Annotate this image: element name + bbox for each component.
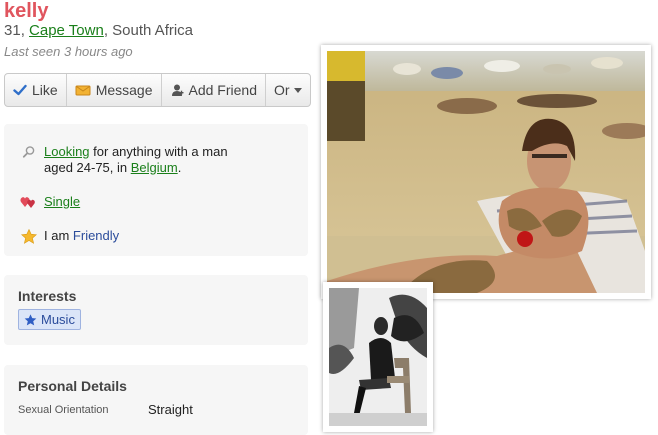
city-link[interactable]: Cape Town <box>29 22 104 39</box>
message-button[interactable]: Message <box>67 74 162 106</box>
or-dropdown-button[interactable]: Or <box>266 74 310 106</box>
personal-details-panel: Personal Details Sexual Orientation Stra… <box>4 365 308 435</box>
interests-panel: Interests Music <box>4 275 308 345</box>
iam-prefix: I am <box>44 228 70 243</box>
personality-row: I am Friendly <box>19 228 119 244</box>
personal-details-title: Personal Details <box>18 378 127 394</box>
status-link[interactable]: Single <box>44 194 80 210</box>
last-seen-text: Last seen 3 hours ago <box>4 44 133 59</box>
action-button-group: Like Message Add Friend Or <box>4 73 311 107</box>
personality-value[interactable]: Friendly <box>73 228 119 244</box>
envelope-icon <box>75 84 91 96</box>
looking-text-2: aged 24-75, in <box>44 160 131 175</box>
add-friend-button[interactable]: Add Friend <box>162 74 266 106</box>
secondary-profile-photo[interactable] <box>323 282 433 432</box>
interests-title: Interests <box>18 288 77 304</box>
star-icon <box>24 313 37 326</box>
profile-name: kelly <box>4 0 49 22</box>
main-profile-photo[interactable] <box>321 45 651 299</box>
star-icon <box>19 228 39 244</box>
status-row: Single <box>19 194 80 210</box>
or-label: Or <box>273 82 290 98</box>
like-label: Like <box>32 82 58 98</box>
add-friend-label: Add Friend <box>188 82 257 98</box>
hearts-icon <box>19 194 39 209</box>
looking-for-text: Looking for anything with a man aged 24-… <box>44 144 228 176</box>
like-button[interactable]: Like <box>5 74 67 106</box>
profile-age: 31 <box>4 22 21 39</box>
looking-link[interactable]: Looking <box>44 144 90 159</box>
person-plus-icon <box>170 83 184 97</box>
looking-text-1: for anything with a man <box>89 144 228 159</box>
detail-label: Sexual Orientation <box>18 404 109 416</box>
message-label: Message <box>95 82 153 98</box>
check-icon <box>13 83 27 97</box>
age-separator: , <box>20 22 30 39</box>
detail-value: Straight <box>148 402 193 417</box>
caret-down-icon <box>293 87 302 93</box>
looking-end: . <box>177 160 182 175</box>
profile-location: 31, Cape Town, South Africa <box>4 22 193 39</box>
magnifier-icon <box>19 144 39 159</box>
interest-tag[interactable]: Music <box>18 309 81 330</box>
country-link[interactable]: Belgium <box>131 160 178 175</box>
interest-label: Music <box>41 312 75 327</box>
looking-for-row: Looking for anything with a man aged 24-… <box>19 144 228 176</box>
summary-panel: Looking for anything with a man aged 24-… <box>4 124 308 256</box>
country-text: , South Africa <box>103 22 194 39</box>
